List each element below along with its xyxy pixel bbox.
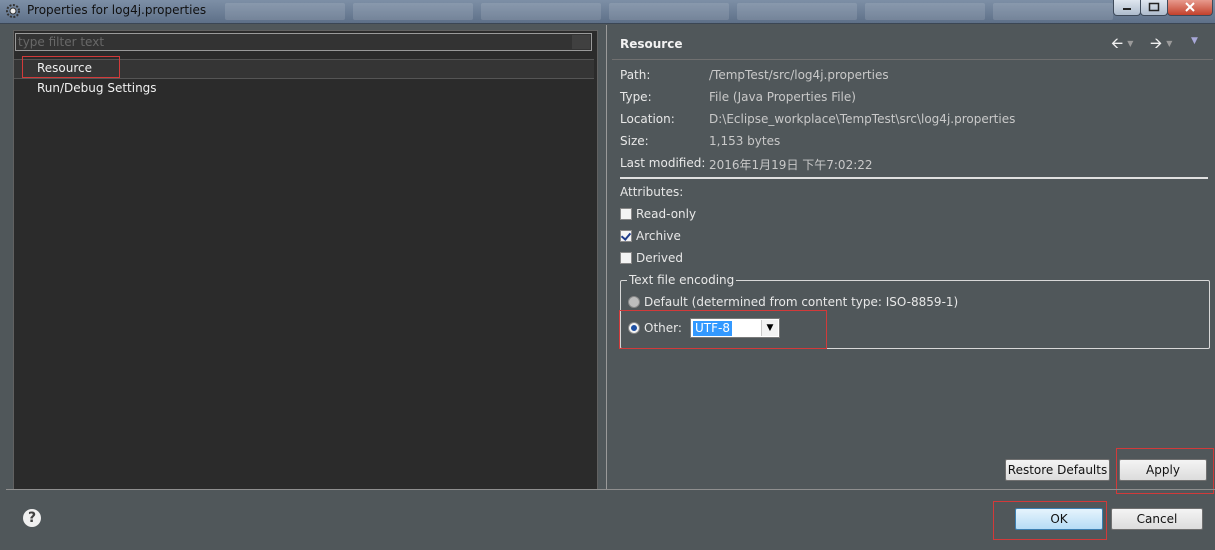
default-encoding-radio[interactable]: [628, 296, 640, 308]
taskbar-tab: [609, 3, 729, 20]
location-label: Location:: [620, 112, 675, 126]
taskbar-tab: [225, 3, 345, 20]
chevron-down-icon: ▼: [1127, 39, 1134, 48]
derived-checkbox-row[interactable]: Derived: [620, 250, 683, 266]
taskbar-tab: [353, 3, 473, 20]
chevron-down-icon: ▼: [1166, 39, 1173, 48]
derived-checkbox[interactable]: [620, 252, 632, 264]
other-encoding-radio[interactable]: [628, 322, 640, 334]
property-page-tree: Resource Run/Debug Settings: [13, 30, 598, 490]
minimize-icon: [1123, 8, 1131, 10]
type-label: Type:: [620, 90, 652, 104]
chevron-down-icon[interactable]: ▼: [761, 320, 778, 336]
restore-defaults-button[interactable]: Restore Defaults: [1005, 459, 1110, 481]
path-label: Path:: [620, 68, 651, 82]
encoding-combo[interactable]: UTF-8 ▼: [690, 318, 780, 338]
path-value: /TempTest/src/log4j.properties: [709, 68, 889, 82]
encoding-group: [620, 280, 1210, 349]
info-divider: [620, 177, 1208, 179]
view-menu-icon: ▼: [1191, 36, 1198, 46]
archive-checkbox-row[interactable]: Archive: [620, 228, 681, 244]
archive-label: Archive: [636, 229, 681, 243]
window-title: Properties for log4j.properties: [27, 3, 207, 17]
taskbar-tab: [993, 3, 1113, 20]
taskbar-tab: [737, 3, 857, 20]
derived-label: Derived: [636, 251, 683, 265]
back-button[interactable]: 🡨 ▼: [1111, 33, 1134, 52]
other-encoding-label: Other:: [644, 321, 682, 335]
other-encoding-option[interactable]: Other:: [628, 321, 682, 335]
view-menu-button[interactable]: ▼: [1191, 36, 1198, 54]
attributes-heading: Attributes:: [620, 185, 684, 199]
maximize-icon: [1148, 2, 1160, 12]
size-label: Size:: [620, 134, 649, 148]
read-only-label: Read-only: [636, 207, 697, 221]
gear-icon: [6, 4, 20, 18]
apply-button[interactable]: Apply: [1119, 459, 1207, 481]
page-title: Resource: [620, 37, 683, 51]
forward-button[interactable]: 🡪 ▼: [1150, 33, 1173, 52]
tree-item-resource[interactable]: Resource: [14, 59, 594, 79]
taskbar-tab: [481, 3, 601, 20]
default-encoding-label: Default (determined from content type: I…: [644, 295, 959, 309]
help-icon[interactable]: ?: [23, 509, 41, 527]
default-encoding-option[interactable]: Default (determined from content type: I…: [628, 295, 958, 309]
tree-item-label: Resource: [37, 61, 93, 75]
arrow-right-icon: 🡪: [1150, 34, 1163, 52]
tree-item-label: Run/Debug Settings: [37, 81, 157, 95]
archive-checkbox[interactable]: [620, 230, 632, 242]
header-divider: [612, 59, 1213, 60]
read-only-checkbox[interactable]: [620, 208, 632, 220]
dialog-divider: [6, 489, 1215, 490]
encoding-group-legend: Text file encoding: [627, 273, 737, 287]
maximize-button[interactable]: [1140, 0, 1168, 16]
filter-input[interactable]: [15, 33, 592, 51]
ok-button[interactable]: OK: [1015, 508, 1103, 530]
last-modified-value: 2016年1月19日 下午7:02:22: [709, 158, 873, 172]
panel-divider: [606, 25, 607, 490]
cancel-button[interactable]: Cancel: [1111, 508, 1203, 530]
encoding-combo-value[interactable]: UTF-8: [693, 321, 732, 336]
tree-item-run-debug-settings[interactable]: Run/Debug Settings: [37, 81, 157, 95]
minimize-button[interactable]: [1113, 0, 1141, 16]
background-taskbar: [225, 3, 1113, 20]
close-button[interactable]: [1167, 0, 1213, 16]
arrow-left-icon: 🡨: [1111, 34, 1124, 52]
location-value: D:\Eclipse_workplace\TempTest\src\log4j.…: [709, 112, 1016, 126]
size-value: 1,153 bytes: [709, 134, 781, 148]
window-titlebar: Properties for log4j.properties: [0, 0, 1215, 24]
taskbar-tab: [865, 3, 985, 20]
read-only-checkbox-row[interactable]: Read-only: [620, 206, 696, 222]
last-modified-label: Last modified:: [620, 156, 706, 170]
close-icon: [1185, 2, 1195, 12]
filter-clear-button[interactable]: [572, 35, 590, 49]
type-value: File (Java Properties File): [709, 90, 856, 104]
